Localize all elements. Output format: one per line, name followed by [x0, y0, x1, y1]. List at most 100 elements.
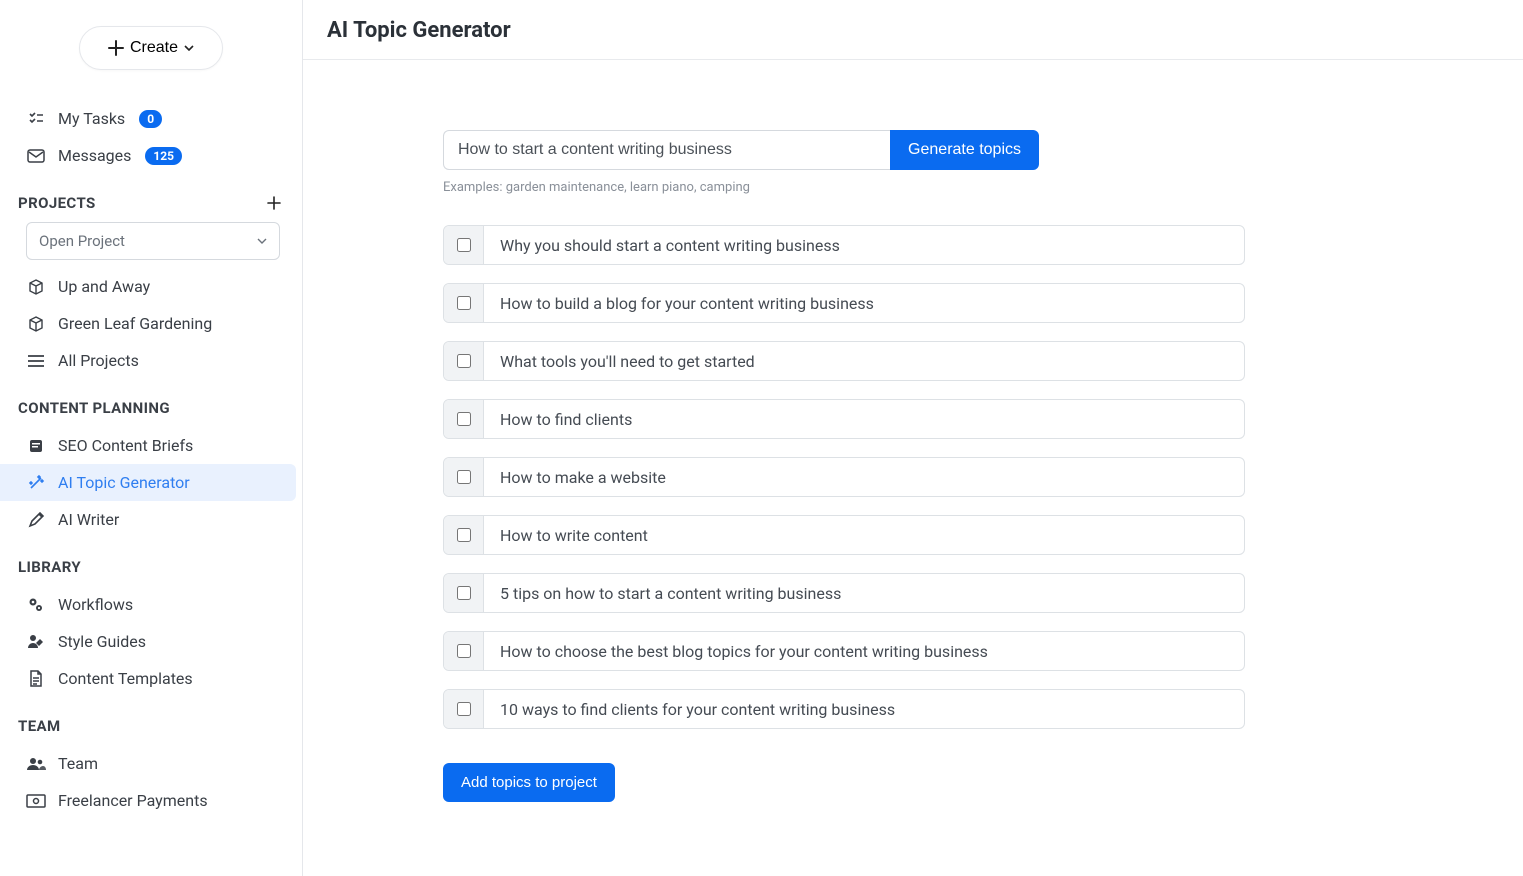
team-header: TEAM — [0, 703, 302, 745]
checklist-icon — [26, 110, 46, 128]
topic-checkbox[interactable] — [457, 354, 471, 368]
topic-checkbox-wrap — [444, 632, 484, 670]
envelope-icon — [26, 149, 46, 163]
topic-checkbox-wrap — [444, 690, 484, 728]
topic-checkbox[interactable] — [457, 238, 471, 252]
topic-item: How to make a website — [443, 457, 1245, 497]
sidebar-item-ai-writer[interactable]: AI Writer — [0, 501, 302, 538]
sidebar-item-my-tasks[interactable]: My Tasks 0 — [0, 100, 302, 137]
sidebar-item-label: Workflows — [58, 595, 133, 614]
sidebar-item-workflows[interactable]: Workflows — [0, 586, 302, 623]
create-label: Create — [130, 39, 178, 57]
library-header-label: LIBRARY — [18, 558, 81, 576]
open-project-select[interactable]: Open Project — [26, 222, 280, 260]
projects-header-label: PROJECTS — [18, 194, 96, 212]
topic-checkbox-wrap — [444, 400, 484, 438]
note-icon — [26, 438, 46, 454]
sidebar-item-project[interactable]: Up and Away — [0, 268, 302, 305]
topic-text: How to make a website — [484, 458, 1244, 496]
sidebar-item-label: AI Topic Generator — [58, 473, 190, 492]
topic-checkbox-wrap — [444, 284, 484, 322]
examples-hint: Examples: garden maintenance, learn pian… — [443, 180, 1463, 195]
topic-item: 10 ways to find clients for your content… — [443, 689, 1245, 729]
add-topics-button[interactable]: Add topics to project — [443, 763, 615, 802]
sidebar-item-ai-topic-generator[interactable]: AI Topic Generator — [0, 464, 296, 501]
cube-icon — [26, 278, 46, 296]
topic-text: How to choose the best blog topics for y… — [484, 632, 1244, 670]
topic-checkbox[interactable] — [457, 412, 471, 426]
topic-item: How to find clients — [443, 399, 1245, 439]
sidebar: Create My Tasks 0 Messages 125 PROJECTS — [0, 0, 303, 876]
topic-checkbox-wrap — [444, 516, 484, 554]
library-header: LIBRARY — [0, 544, 302, 586]
open-project-placeholder: Open Project — [39, 232, 125, 250]
sidebar-item-all-projects[interactable]: All Projects — [0, 342, 302, 379]
cube-icon — [26, 315, 46, 333]
topic-checkbox[interactable] — [457, 644, 471, 658]
sidebar-item-label: Team — [58, 754, 98, 773]
topic-text: 10 ways to find clients for your content… — [484, 690, 1244, 728]
sidebar-item-content-templates[interactable]: Content Templates — [0, 660, 302, 697]
sidebar-item-seo-briefs[interactable]: SEO Content Briefs — [0, 427, 302, 464]
topic-text: How to find clients — [484, 400, 1244, 438]
topic-checkbox-wrap — [444, 226, 484, 264]
sidebar-item-label: Style Guides — [58, 632, 146, 651]
topic-checkbox[interactable] — [457, 528, 471, 542]
caret-down-icon — [184, 45, 194, 51]
sidebar-item-project[interactable]: Green Leaf Gardening — [0, 305, 302, 342]
topic-checkbox-wrap — [444, 458, 484, 496]
topic-item: What tools you'll need to get started — [443, 341, 1245, 381]
person-pencil-icon — [26, 633, 46, 651]
sidebar-item-label: AI Writer — [58, 510, 119, 529]
team-header-label: TEAM — [18, 717, 61, 735]
magic-wand-icon — [26, 474, 46, 492]
topic-list: Why you should start a content writing b… — [443, 225, 1245, 729]
money-icon — [26, 794, 46, 808]
pencil-magic-icon — [26, 511, 46, 529]
caret-down-icon — [257, 238, 267, 244]
topic-item: Why you should start a content writing b… — [443, 225, 1245, 265]
topic-checkbox[interactable] — [457, 470, 471, 484]
sidebar-item-team[interactable]: Team — [0, 745, 302, 782]
generate-topics-button[interactable]: Generate topics — [890, 130, 1039, 170]
topic-checkbox[interactable] — [457, 702, 471, 716]
main: AI Topic Generator Generate topics Examp… — [303, 0, 1523, 876]
topic-checkbox[interactable] — [457, 296, 471, 310]
menu-icon — [26, 354, 46, 368]
topic-text: How to build a blog for your content wri… — [484, 284, 1244, 322]
topic-checkbox[interactable] — [457, 586, 471, 600]
topic-item: How to write content — [443, 515, 1245, 555]
topic-checkbox-wrap — [444, 342, 484, 380]
plus-icon — [108, 40, 124, 56]
gears-icon — [26, 596, 46, 614]
content-area: Generate topics Examples: garden mainten… — [303, 60, 1523, 802]
sidebar-item-label: Up and Away — [58, 277, 150, 296]
sidebar-item-style-guides[interactable]: Style Guides — [0, 623, 302, 660]
main-header: AI Topic Generator — [303, 0, 1523, 60]
planning-header-label: CONTENT PLANNING — [18, 399, 170, 417]
topic-input-row: Generate topics — [443, 130, 1039, 170]
topic-text: How to write content — [484, 516, 1244, 554]
sidebar-item-label: SEO Content Briefs — [58, 436, 193, 455]
create-button[interactable]: Create — [79, 26, 223, 70]
badge-count: 125 — [145, 147, 182, 165]
topic-item: 5 tips on how to start a content writing… — [443, 573, 1245, 613]
content-planning-header: CONTENT PLANNING — [0, 385, 302, 427]
add-project-icon[interactable] — [266, 195, 282, 211]
sidebar-item-freelancer-payments[interactable]: Freelancer Payments — [0, 782, 302, 819]
topic-checkbox-wrap — [444, 574, 484, 612]
people-icon — [26, 757, 46, 771]
badge-count: 0 — [139, 110, 162, 128]
sidebar-item-label: Freelancer Payments — [58, 791, 208, 810]
sidebar-item-label: Content Templates — [58, 669, 193, 688]
sidebar-item-label: Messages — [58, 146, 131, 165]
sidebar-item-label: Green Leaf Gardening — [58, 314, 212, 333]
topic-input[interactable] — [443, 130, 890, 170]
topic-item: How to build a blog for your content wri… — [443, 283, 1245, 323]
sidebar-item-label: All Projects — [58, 351, 139, 370]
projects-header: PROJECTS — [0, 180, 302, 222]
sidebar-item-messages[interactable]: Messages 125 — [0, 137, 302, 174]
topic-item: How to choose the best blog topics for y… — [443, 631, 1245, 671]
topic-text: 5 tips on how to start a content writing… — [484, 574, 1244, 612]
topic-text: Why you should start a content writing b… — [484, 226, 1244, 264]
